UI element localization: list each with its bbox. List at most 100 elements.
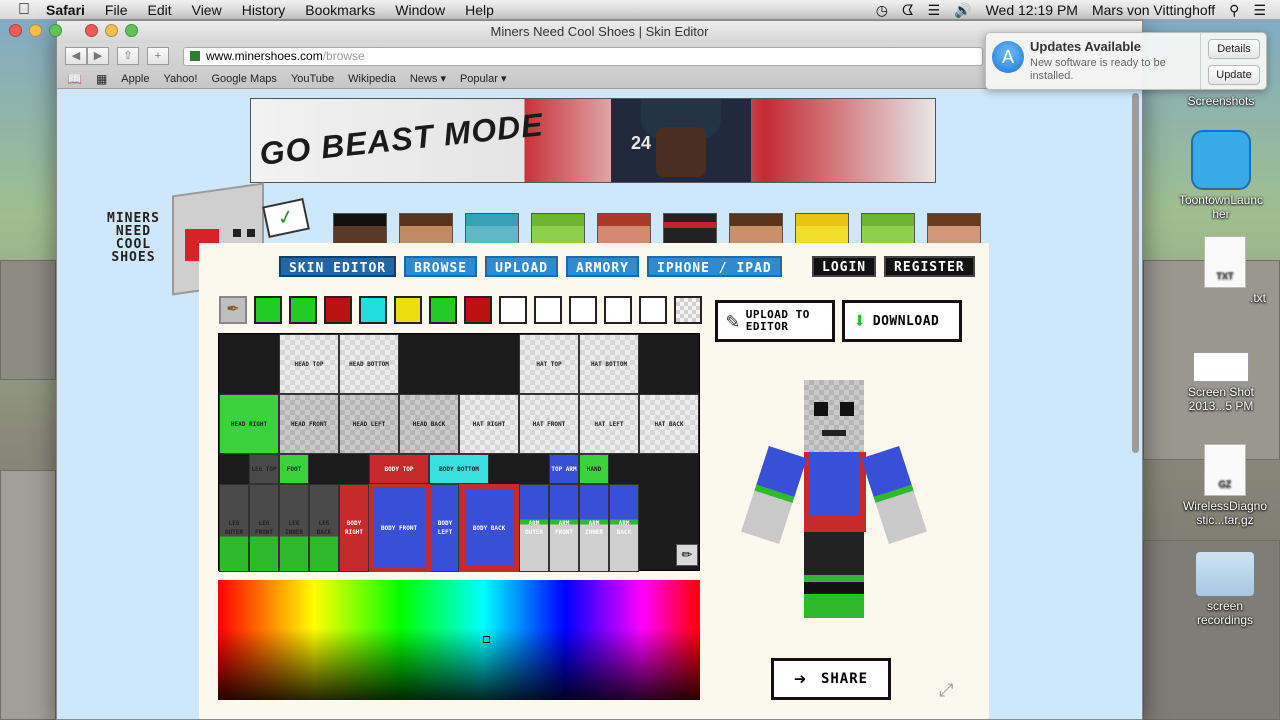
desktop-item-toontown[interactable]: ToontownLauncher (1176, 130, 1266, 221)
skin-head-thumb[interactable] (795, 213, 849, 245)
reading-list-icon[interactable]: 📖 (67, 72, 82, 86)
desktop-item-screenshots[interactable]: Screenshots (1176, 94, 1266, 108)
desktop-item-screenshot[interactable]: Screen Shot 2013...5 PM (1176, 352, 1266, 413)
bookmark-news[interactable]: News ▾ (410, 72, 446, 85)
share-icon[interactable]: ⇧ (117, 47, 139, 65)
skin-cell[interactable]: BODY RIGHT (339, 484, 369, 572)
skin-head-thumb[interactable] (465, 213, 519, 245)
tab-armory[interactable]: ARMORY (566, 256, 639, 277)
skin-cell[interactable]: HEAD TOP (279, 334, 339, 394)
palette-swatch[interactable] (639, 296, 667, 324)
skin-cell[interactable]: ARM BACK (609, 484, 639, 572)
skin-head-thumb[interactable] (927, 213, 981, 245)
tab-iphone-ipad[interactable]: IPHONE / IPAD (647, 256, 782, 277)
skin-cell[interactable]: HAT BOTTOM (579, 334, 639, 394)
skin-texture-grid[interactable]: HEAD TOP HEAD BOTTOM HAT TOP HAT BOTTOM … (218, 333, 700, 572)
skin-cell[interactable]: FOOT (279, 454, 309, 484)
wifi-icon[interactable]: ☰ (928, 2, 941, 19)
zoom-button[interactable] (125, 24, 138, 37)
minimize-button[interactable] (105, 24, 118, 37)
details-button[interactable]: Details (1208, 39, 1260, 59)
bookmark-google-maps[interactable]: Google Maps (212, 73, 277, 85)
skin-cell[interactable]: LEG BACK (309, 484, 339, 572)
user-name[interactable]: Mars von Vittinghoff (1092, 2, 1215, 18)
palette-swatch[interactable] (569, 296, 597, 324)
palette-swatch[interactable] (254, 296, 282, 324)
palette-swatch[interactable] (289, 296, 317, 324)
menu-help[interactable]: Help (465, 2, 494, 18)
skin-cell[interactable]: HEAD BOTTOM (339, 334, 399, 394)
site-logo-text[interactable]: MINERS NEED COOL SHOES (107, 212, 160, 264)
palette-swatch[interactable] (324, 296, 352, 324)
close-button[interactable] (85, 24, 98, 37)
notification-center-icon[interactable]: ☰ (1253, 2, 1266, 19)
skin-cell[interactable]: BODY BOTTOM (429, 454, 489, 484)
menu-file[interactable]: File (105, 2, 128, 18)
volume-icon[interactable]: 🔊 (954, 2, 971, 19)
palette-swatch[interactable] (534, 296, 562, 324)
skin-head-thumb[interactable] (729, 213, 783, 245)
fullscreen-icon[interactable]: ⤢ (939, 680, 953, 701)
new-tab-button[interactable]: + (147, 47, 169, 65)
palette-swatch[interactable] (429, 296, 457, 324)
skin-cell[interactable]: HEAD BACK (399, 394, 459, 454)
tab-browse[interactable]: BROWSE (404, 256, 478, 277)
menu-view[interactable]: View (192, 2, 222, 18)
menu-bookmarks[interactable]: Bookmarks (305, 2, 375, 18)
skin-cell[interactable]: HAT LEFT (579, 394, 639, 454)
tab-skin-editor[interactable]: SKIN EDITOR (279, 256, 397, 277)
palette-swatch[interactable] (604, 296, 632, 324)
share-button[interactable]: ➜ SHARE (771, 658, 891, 700)
desktop-item-gz[interactable]: GZ WirelessDiagnostic...tar.gz (1180, 444, 1270, 527)
bookmark-youtube[interactable]: YouTube (291, 73, 334, 85)
palette-swatch[interactable] (464, 296, 492, 324)
skin-cell[interactable]: HAT FRONT (519, 394, 579, 454)
bookmark-popular[interactable]: Popular ▾ (460, 72, 507, 85)
skin-head-thumb[interactable] (399, 213, 453, 245)
bookmark-yahoo[interactable]: Yahoo! (163, 73, 197, 85)
skin-head-thumb[interactable] (663, 213, 717, 245)
banner-ad[interactable]: 24 GO BEAST MODE (250, 98, 936, 183)
eyedropper-icon[interactable]: ✏ (676, 544, 698, 566)
address-bar[interactable]: www.minershoes.com/browse (183, 47, 983, 66)
skin-cell[interactable]: ARM OUTER (519, 484, 549, 572)
zoom-button[interactable] (49, 24, 62, 37)
palette-swatch[interactable] (499, 296, 527, 324)
menu-window[interactable]: Window (395, 2, 445, 18)
skin-cell[interactable]: LEG FRONT (249, 484, 279, 572)
menu-edit[interactable]: Edit (147, 2, 171, 18)
palette-swatch-transparent[interactable] (674, 296, 702, 324)
desktop-item-recordings[interactable]: screen recordings (1180, 552, 1270, 627)
forward-button[interactable]: ▶ (87, 47, 109, 65)
color-picker-handle[interactable] (483, 636, 490, 643)
apple-icon[interactable]:  (18, 1, 34, 18)
skin-cell[interactable]: BODY BACK (459, 484, 519, 572)
skin-head-thumb[interactable] (333, 213, 387, 245)
menu-app[interactable]: Safari (46, 2, 85, 18)
skin-cell[interactable]: HAT RIGHT (459, 394, 519, 454)
menu-history[interactable]: History (242, 2, 286, 18)
skin-preview-3d[interactable] (734, 380, 934, 625)
bookmark-wikipedia[interactable]: Wikipedia (348, 73, 396, 85)
skin-cell[interactable]: HEAD FRONT (279, 394, 339, 454)
skin-cell[interactable]: ARM INNER (579, 484, 609, 572)
palette-swatch[interactable] (359, 296, 387, 324)
upload-to-editor-button[interactable]: ✎ UPLOAD TO EDITOR (715, 300, 835, 342)
back-button[interactable]: ◀ (65, 47, 87, 65)
register-button[interactable]: REGISTER (884, 256, 975, 277)
skin-cell[interactable]: BODY LEFT (429, 484, 459, 572)
skin-cell[interactable]: HAT BACK (639, 394, 699, 454)
skin-cell[interactable]: LEG OUTER (219, 484, 249, 572)
skin-cell[interactable]: HEAD RIGHT (219, 394, 279, 454)
skin-head-thumb[interactable] (531, 213, 585, 245)
palette-swatch[interactable] (394, 296, 422, 324)
skin-cell[interactable]: HAT TOP (519, 334, 579, 394)
page-scrollbar[interactable] (1132, 93, 1139, 453)
skin-head-thumb[interactable] (597, 213, 651, 245)
skin-cell[interactable]: BODY FRONT (369, 484, 429, 572)
login-button[interactable]: LOGIN (812, 256, 877, 277)
update-button[interactable]: Update (1208, 65, 1260, 85)
skin-head-thumb[interactable] (861, 213, 915, 245)
desktop-item-txt[interactable]: TXT .txt (1180, 236, 1270, 305)
download-button[interactable]: ⬇ DOWNLOAD (842, 300, 962, 342)
